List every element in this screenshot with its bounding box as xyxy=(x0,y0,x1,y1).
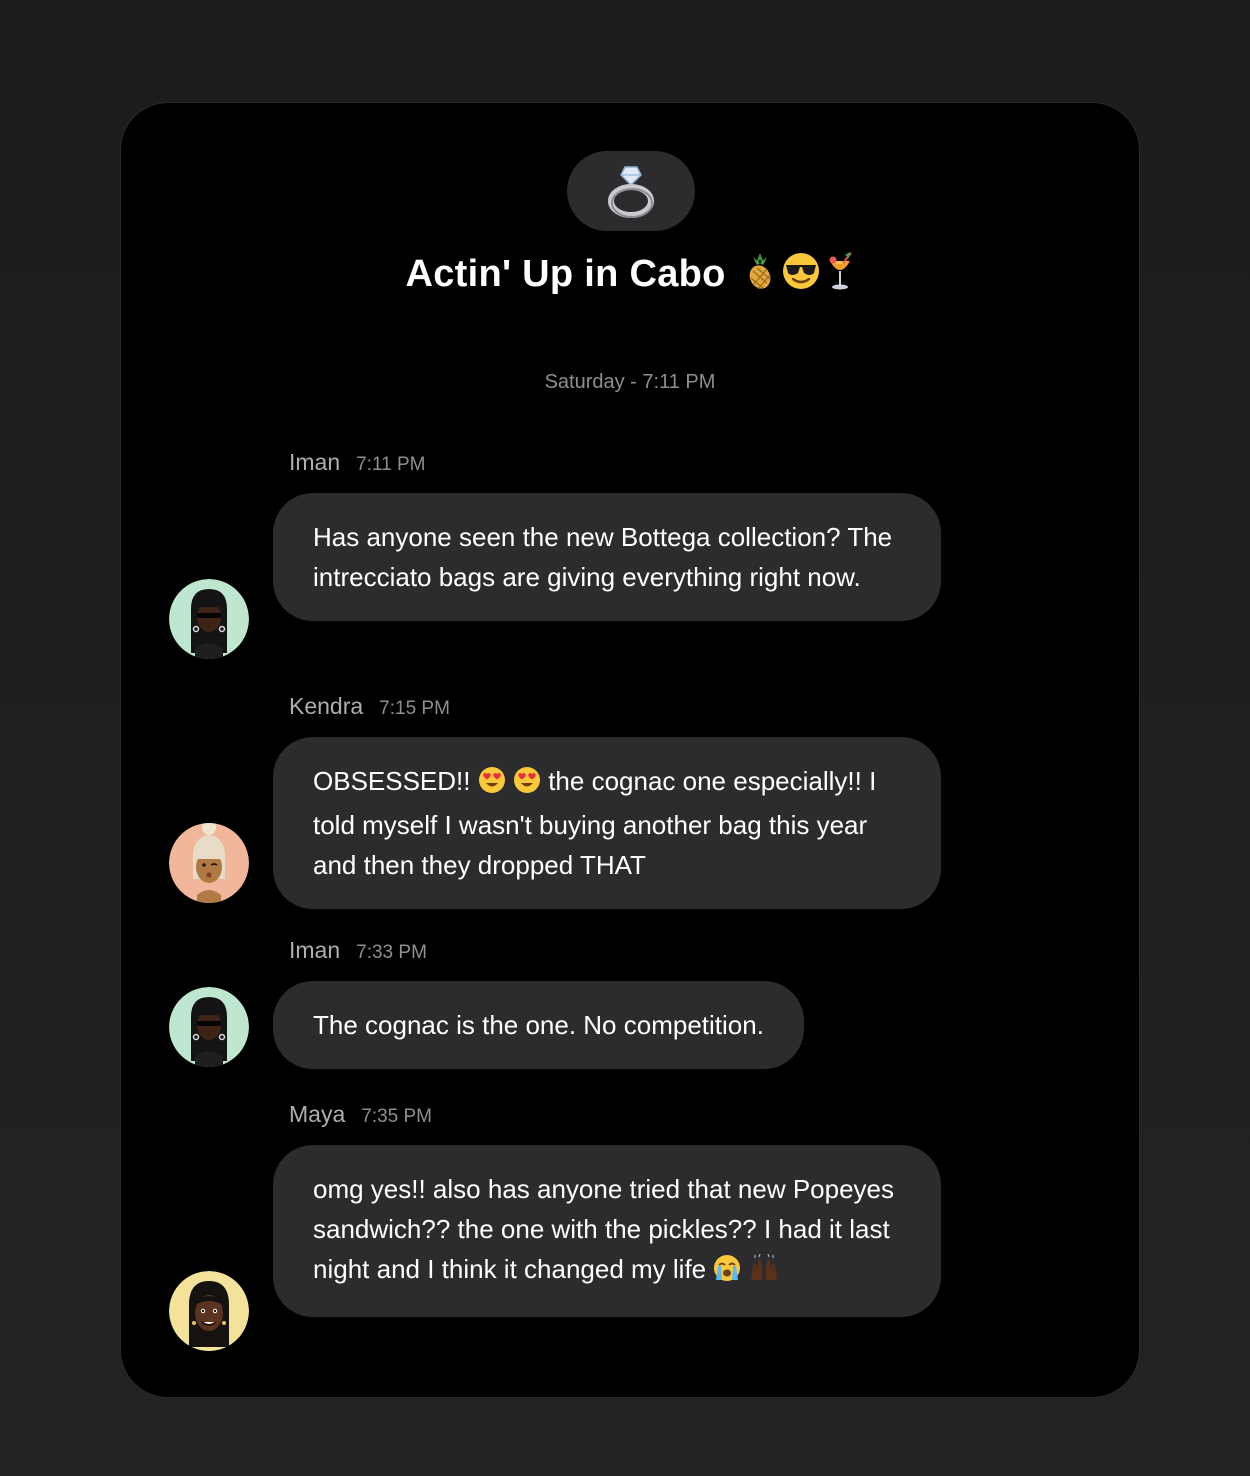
heart-eyes-emoji-group xyxy=(478,765,541,805)
tropical-drink-icon xyxy=(829,251,852,290)
date-separator: Saturday - 7:11 PM xyxy=(544,371,716,393)
message-text-start: OBSESSED!! xyxy=(313,766,471,796)
message-bubble[interactable]: omg yes!! also has anyone tried that new… xyxy=(273,1145,941,1317)
message-text: Has anyone seen the new Bottega collecti… xyxy=(313,522,893,592)
message-time: 7:35 PM xyxy=(361,1106,433,1127)
avatar-kendra[interactable] xyxy=(169,823,249,903)
pineapple-icon xyxy=(749,252,771,290)
group-title-text: Actin' Up in Cabo xyxy=(405,253,726,295)
heart-eyes-face-icon xyxy=(513,767,540,793)
message-meta: Kendra 7:15 PM xyxy=(289,693,450,720)
message-text: omg yes!! also has anyone tried that new… xyxy=(313,1174,895,1284)
message-bubble[interactable]: The cognac is the one. No competition. xyxy=(273,981,804,1069)
message-bubble[interactable]: Has anyone seen the new Bottega collecti… xyxy=(273,493,941,621)
heart-eyes-face-icon xyxy=(478,767,505,793)
ring-icon xyxy=(608,166,654,218)
title-emoji-group xyxy=(743,251,855,293)
crying-face-icon xyxy=(714,1255,741,1281)
message-time: 7:33 PM xyxy=(356,942,427,963)
message-meta: Maya 7:35 PM xyxy=(289,1101,432,1128)
avatar-iman[interactable] xyxy=(169,987,249,1067)
maya-avatar-icon xyxy=(169,1271,249,1351)
message-text: The cognac is the one. No competition. xyxy=(313,1010,764,1040)
group-icon-button[interactable] xyxy=(567,151,695,231)
sender-name: Maya xyxy=(289,1101,346,1127)
sunglasses-face-icon xyxy=(782,252,819,289)
message-time: 7:15 PM xyxy=(379,698,450,719)
group-title: Actin' Up in Cabo xyxy=(121,251,1139,297)
sender-name: Iman xyxy=(289,449,341,475)
raised-hands-icon xyxy=(750,1253,777,1280)
chat-window: Actin' Up in Cabo Saturday - 7:11 PM Ima… xyxy=(120,102,1140,1398)
message-meta: Iman 7:11 PM xyxy=(289,449,426,476)
sender-name: Kendra xyxy=(289,693,364,719)
message-meta: Iman 7:33 PM xyxy=(289,937,427,964)
iman-avatar-icon xyxy=(169,987,249,1067)
iman-avatar-icon xyxy=(169,579,249,659)
reaction-emoji-group xyxy=(713,1253,778,1293)
message-bubble[interactable]: OBSESSED!! the cognac one especially!! I… xyxy=(273,737,941,909)
sender-name: Iman xyxy=(289,937,341,963)
message-time: 7:11 PM xyxy=(356,454,426,475)
avatar-iman[interactable] xyxy=(169,579,249,659)
kendra-avatar-icon xyxy=(169,823,249,903)
avatar-maya[interactable] xyxy=(169,1271,249,1351)
